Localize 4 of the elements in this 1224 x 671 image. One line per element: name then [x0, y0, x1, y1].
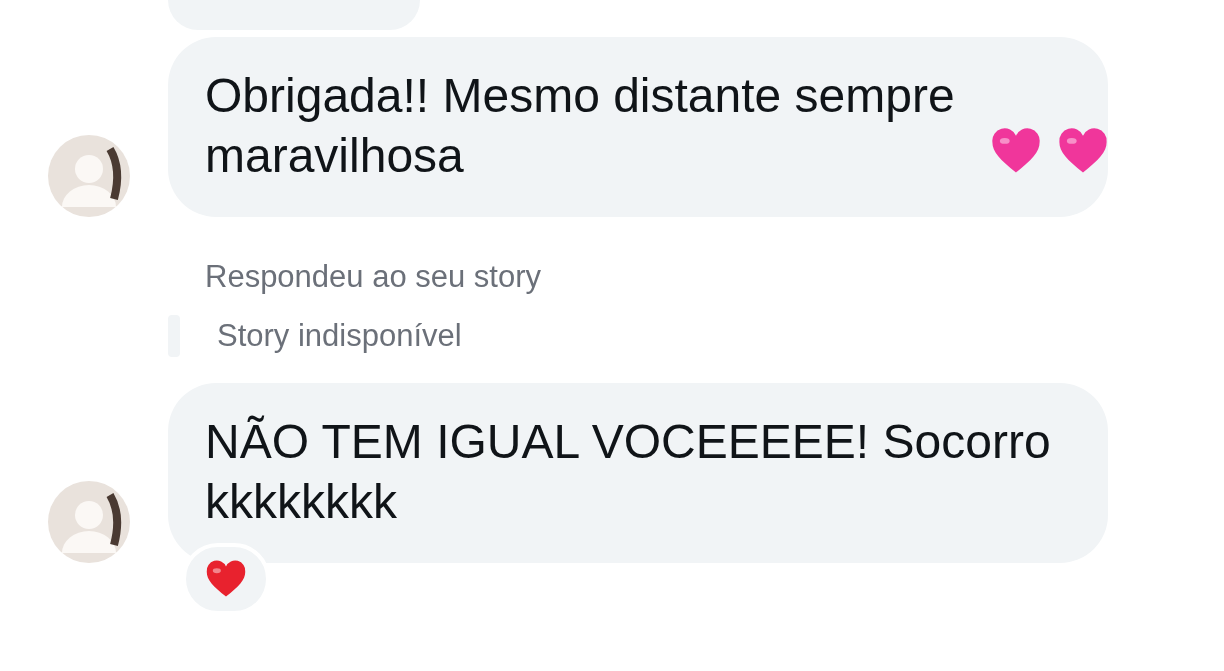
- reply-label: Respondeu ao seu story: [205, 259, 543, 295]
- story-status: Story indisponível: [217, 318, 462, 354]
- message-text: NÃO TEM IGUAL VOCEEEEE! Socorro kkkkkkkk: [205, 415, 1051, 528]
- message-text: Obrigada!! Mesmo distante sempre maravilhosa: [205, 68, 956, 184]
